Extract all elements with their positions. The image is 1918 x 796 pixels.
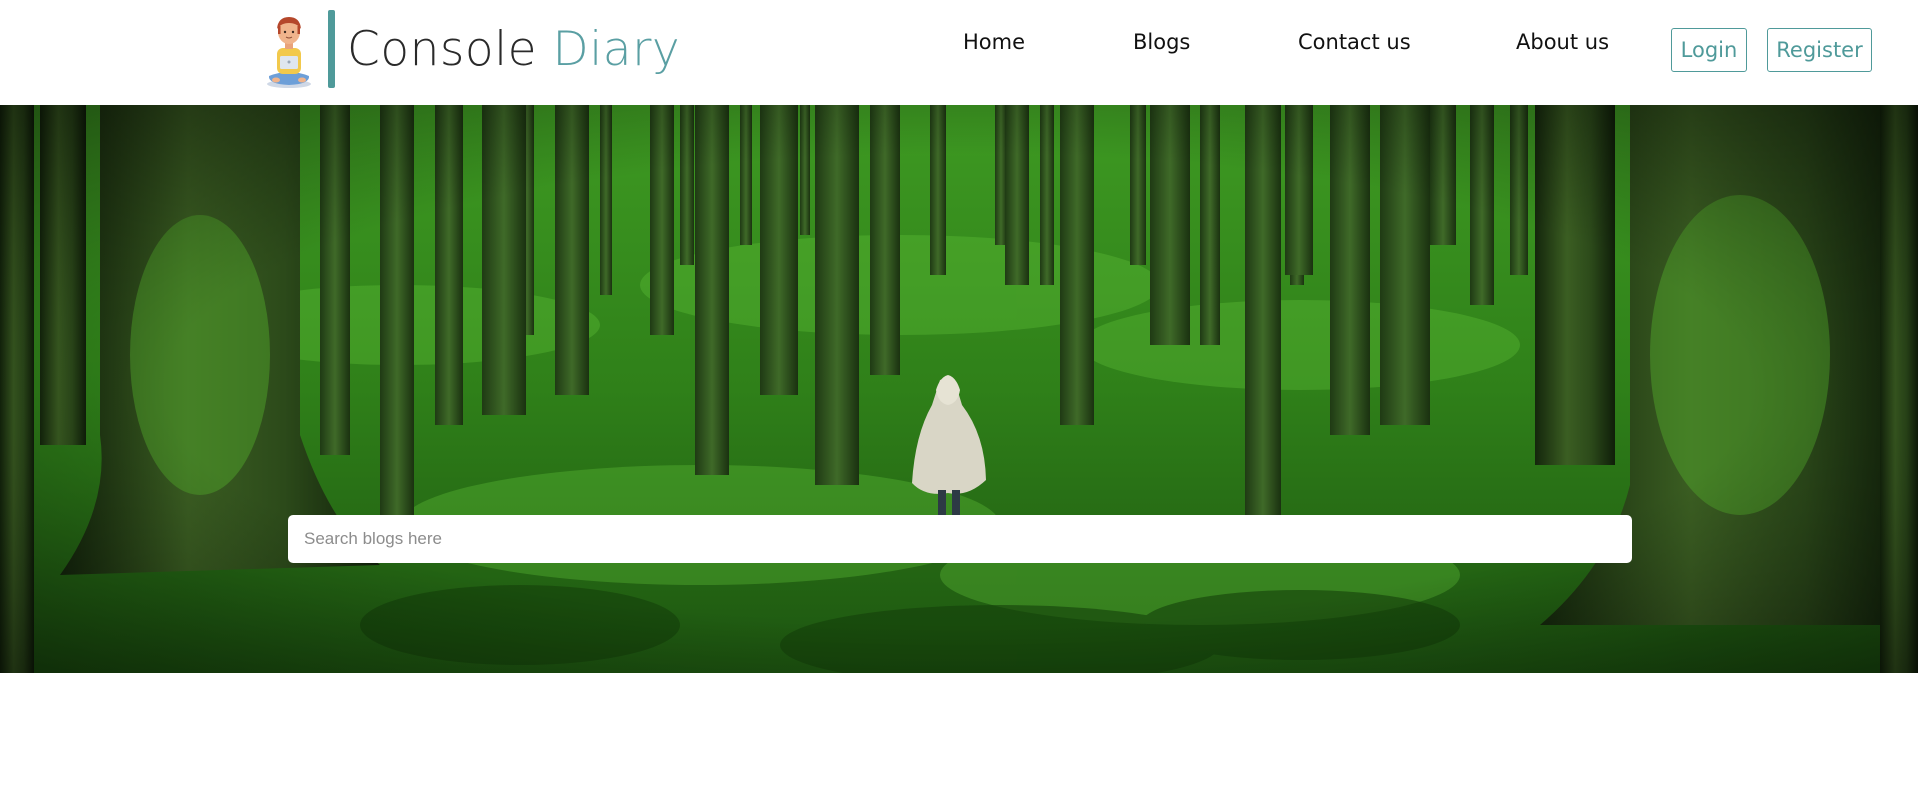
nav-link-home[interactable]: Home xyxy=(963,30,1025,54)
nav-link-about[interactable]: About us xyxy=(1516,30,1609,54)
nav-link-blogs[interactable]: Blogs xyxy=(1133,30,1190,54)
navbar: Console Diary Home Blogs Contact us Abou… xyxy=(0,0,1918,105)
hero-banner xyxy=(0,105,1918,673)
search-input[interactable] xyxy=(288,515,1632,563)
forest-hooded-figure-image xyxy=(0,105,1918,673)
nav-link-contact[interactable]: Contact us xyxy=(1298,30,1411,54)
main-nav: Home Blogs Contact us About us xyxy=(0,30,1918,64)
register-button[interactable]: Register xyxy=(1767,28,1872,72)
login-button[interactable]: Login xyxy=(1671,28,1747,72)
